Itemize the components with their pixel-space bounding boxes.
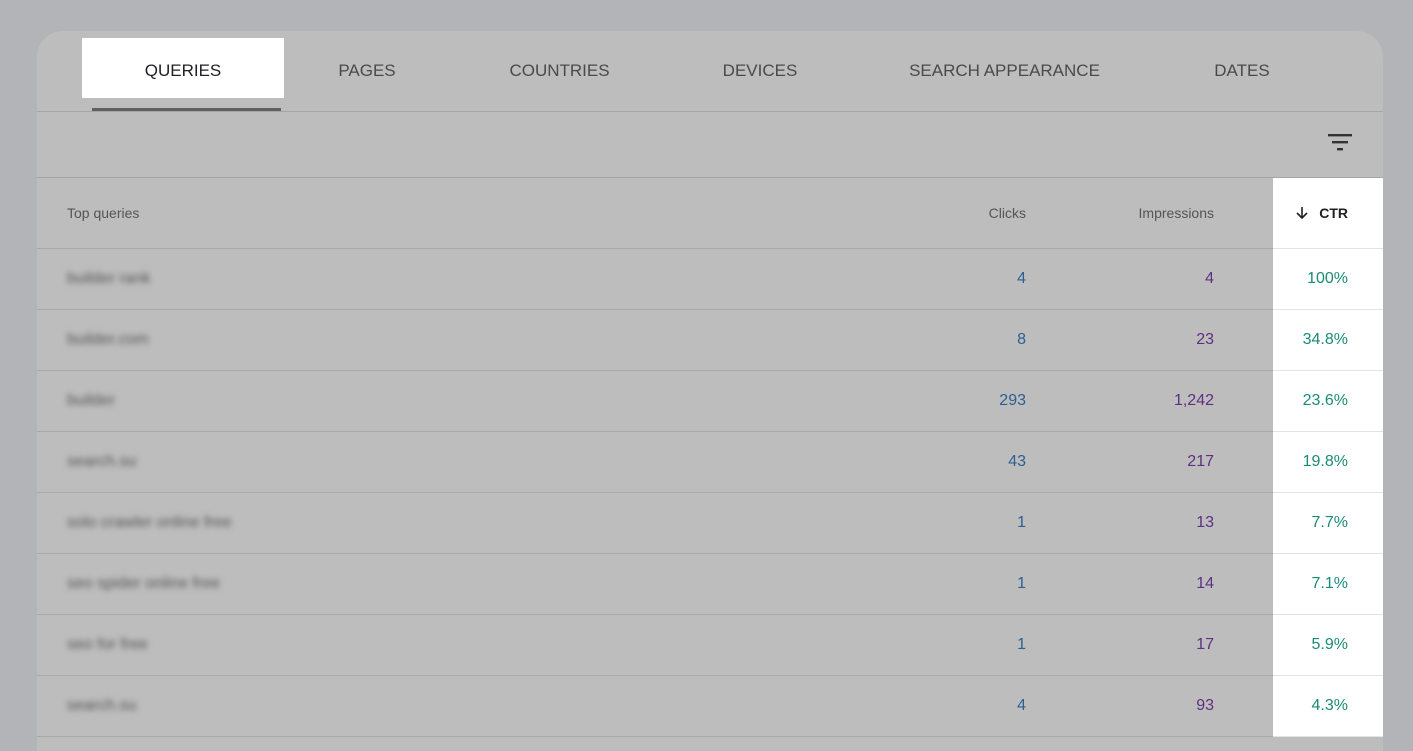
ctr-cell: 34.8% (1273, 310, 1383, 371)
query-text: builder rank (67, 270, 151, 287)
header-ctr[interactable]: CTR (1273, 178, 1383, 249)
ctr-cell: 5.9% (1273, 615, 1383, 676)
clicks-value: 1 (1017, 636, 1026, 653)
table-row[interactable]: builder 293 1,242 23.6% (37, 371, 1383, 432)
table-header: Top queries Clicks Impressions CTR (37, 178, 1383, 249)
header-ctr-label: CTR (1319, 205, 1348, 221)
dimension-tabs: QUERIES PAGES COUNTRIES DEVICES SEARCH A… (37, 31, 1383, 112)
tab-search-appearance[interactable]: SEARCH APPEARANCE (897, 38, 1112, 98)
filter-list-icon[interactable] (1328, 132, 1352, 152)
clicks-value: 43 (1008, 453, 1026, 470)
active-tab-indicator (92, 108, 281, 111)
ctr-cell: 100% (1273, 249, 1383, 310)
clicks-value: 1 (1017, 514, 1026, 531)
table-row[interactable]: seo spider online free 1 14 7.1% (37, 554, 1383, 615)
impressions-value: 17 (1196, 636, 1214, 653)
query-text: builder (67, 392, 116, 409)
ctr-value: 23.6% (1302, 392, 1348, 409)
clicks-value: 4 (1017, 270, 1026, 287)
clicks-value: 8 (1017, 331, 1026, 348)
table-row[interactable]: builder rank 4 4 100% (37, 249, 1383, 310)
header-top-queries[interactable]: Top queries (67, 178, 139, 248)
tab-pages[interactable]: PAGES (307, 38, 427, 98)
ctr-value: 5.9% (1311, 636, 1348, 653)
query-text: search.su (67, 453, 137, 470)
ctr-value: 19.8% (1302, 453, 1348, 470)
clicks-value: 4 (1017, 697, 1026, 714)
query-text: solo crawler online free (67, 514, 232, 531)
tab-queries[interactable]: QUERIES (82, 38, 284, 98)
query-text: builder.com (67, 331, 149, 348)
arrow-down-icon (1296, 207, 1308, 220)
impressions-value: 23 (1196, 331, 1214, 348)
query-text: seo spider online free (67, 575, 220, 592)
tab-dates[interactable]: DATES (1197, 38, 1287, 98)
ctr-value: 7.1% (1311, 575, 1348, 592)
table-row[interactable]: seo for free 1 17 5.9% (37, 615, 1383, 676)
impressions-value: 93 (1196, 697, 1214, 714)
query-text: seo for free (67, 636, 148, 653)
ctr-cell: 4.3% (1273, 676, 1383, 737)
ctr-cell: 19.8% (1273, 432, 1383, 493)
table-row[interactable]: search.su 43 217 19.8% (37, 432, 1383, 493)
header-clicks[interactable]: Clicks (989, 178, 1026, 248)
query-text: search.su (67, 697, 137, 714)
impressions-value: 13 (1196, 514, 1214, 531)
ctr-value: 100% (1307, 270, 1348, 287)
header-impressions[interactable]: Impressions (1139, 178, 1214, 248)
ctr-value: 7.7% (1311, 514, 1348, 531)
ctr-cell: 23.6% (1273, 371, 1383, 432)
tab-countries[interactable]: COUNTRIES (497, 38, 622, 98)
ctr-cell: 7.1% (1273, 554, 1383, 615)
impressions-value: 14 (1196, 575, 1214, 592)
ctr-cell: 7.7% (1273, 493, 1383, 554)
table-row[interactable]: builder.com 8 23 34.8% (37, 310, 1383, 371)
clicks-value: 293 (999, 392, 1026, 409)
impressions-value: 217 (1187, 453, 1214, 470)
table-row[interactable]: search.su 4 93 4.3% (37, 676, 1383, 737)
tab-devices[interactable]: DEVICES (705, 38, 815, 98)
ctr-value: 4.3% (1311, 697, 1348, 714)
ctr-value: 34.8% (1302, 331, 1348, 348)
performance-card: QUERIES PAGES COUNTRIES DEVICES SEARCH A… (37, 31, 1383, 751)
impressions-value: 1,242 (1173, 392, 1214, 409)
filter-bar (37, 112, 1383, 178)
clicks-value: 1 (1017, 575, 1026, 592)
table-row[interactable]: solo crawler online free 1 13 7.7% (37, 493, 1383, 554)
impressions-value: 4 (1205, 270, 1214, 287)
